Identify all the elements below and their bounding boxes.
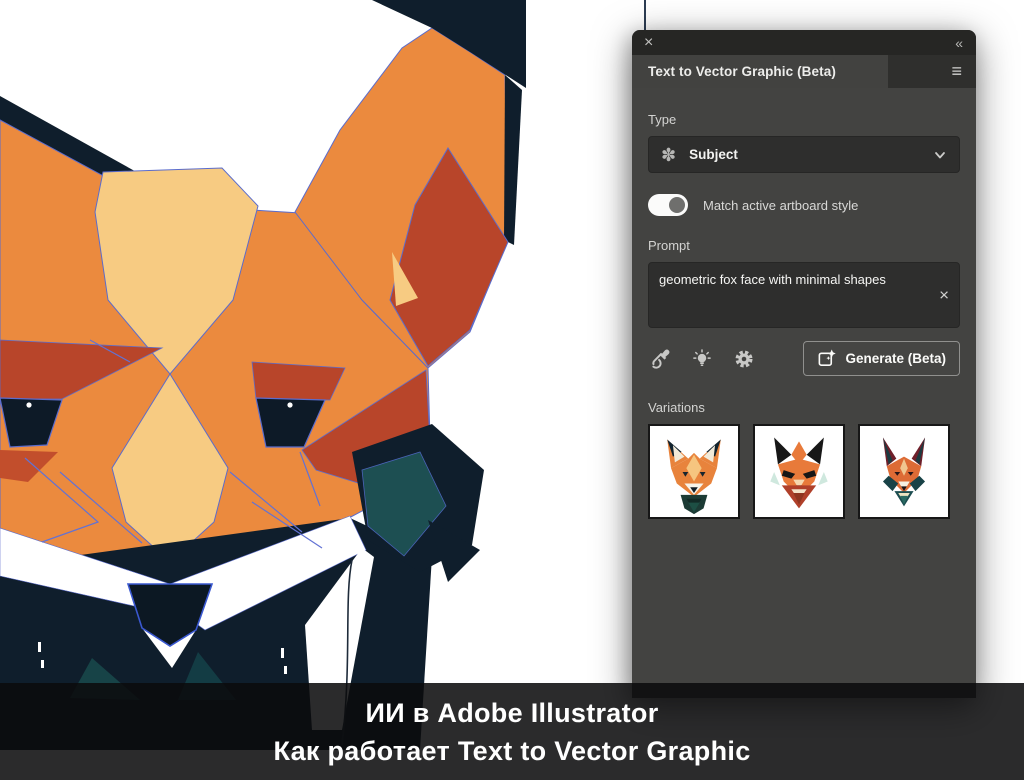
type-label: Type xyxy=(648,112,960,127)
artboard-style-toggle-label: Match active artboard style xyxy=(703,198,858,213)
generate-sparkle-icon xyxy=(817,349,836,368)
type-selected-value: Subject xyxy=(689,147,738,162)
panel-menu-icon[interactable]: ≡ xyxy=(951,61,962,82)
generate-button[interactable]: Generate (Beta) xyxy=(803,341,960,376)
prompt-label: Prompt xyxy=(648,238,960,253)
panel-title: Text to Vector Graphic (Beta) xyxy=(648,64,836,79)
toggle-knob xyxy=(669,197,685,213)
prompt-value: geometric fox face with minimal shapes xyxy=(659,271,929,289)
prompt-clear-icon[interactable]: × xyxy=(939,287,949,304)
style-picker-eyedropper-icon[interactable] xyxy=(648,347,672,371)
caption-line-1: ИИ в Adobe Illustrator xyxy=(365,694,658,732)
settings-gear-icon[interactable] xyxy=(732,347,756,371)
caption-banner: ИИ в Adobe Illustrator Как работает Text… xyxy=(0,683,1024,780)
tools-row: Generate (Beta) xyxy=(648,341,960,376)
variation-thumbnail-3[interactable] xyxy=(858,424,950,519)
variations-label: Variations xyxy=(648,400,960,415)
screenshot-stage: × « Text to Vector Graphic (Beta) ≡ Type… xyxy=(0,0,1024,780)
tab-text-to-vector[interactable]: Text to Vector Graphic (Beta) xyxy=(632,55,888,88)
close-icon[interactable]: × xyxy=(644,35,653,51)
artboard-style-toggle[interactable] xyxy=(648,194,688,216)
panel-body: Type ✽ Subject Match active artboard sty… xyxy=(632,88,976,519)
subject-flower-icon: ✽ xyxy=(661,146,676,164)
collapse-panel-icon[interactable]: « xyxy=(955,35,964,51)
artboard-fox-artwork[interactable] xyxy=(0,0,632,780)
prompt-input[interactable]: geometric fox face with minimal shapes × xyxy=(648,262,960,328)
artboard-guide-line xyxy=(644,0,646,31)
text-to-vector-panel: × « Text to Vector Graphic (Beta) ≡ Type… xyxy=(632,30,976,698)
panel-tabrow: Text to Vector Graphic (Beta) ≡ xyxy=(632,55,976,88)
lightbulb-icon[interactable] xyxy=(690,347,714,371)
panel-tab-end: ≡ xyxy=(888,55,976,88)
panel-titlebar: × « xyxy=(632,30,976,55)
type-dropdown[interactable]: ✽ Subject xyxy=(648,136,960,173)
variations-row xyxy=(648,424,960,519)
caption-line-2: Как работает Text to Vector Graphic xyxy=(273,732,750,770)
variation-thumbnail-2[interactable] xyxy=(753,424,845,519)
chevron-down-icon xyxy=(933,148,947,162)
variation-thumbnail-1[interactable] xyxy=(648,424,740,519)
artboard-style-toggle-row: Match active artboard style xyxy=(648,194,960,216)
generate-button-label: Generate (Beta) xyxy=(845,351,946,366)
